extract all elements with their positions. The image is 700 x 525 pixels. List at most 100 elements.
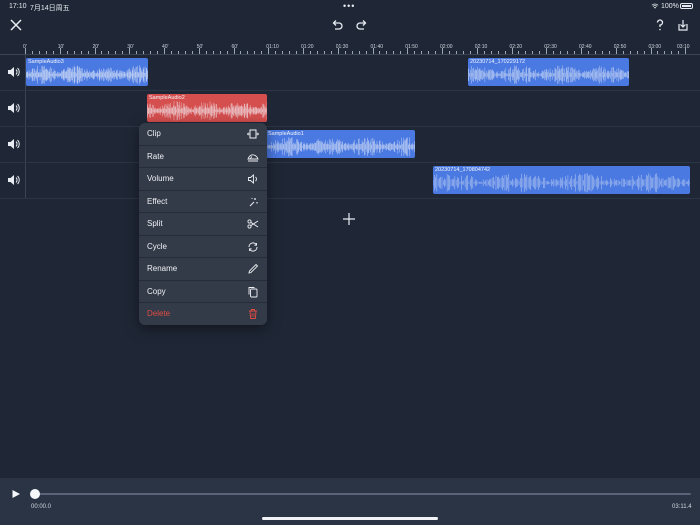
play-icon[interactable] [11,489,21,499]
menu-item-cycle[interactable]: Cycle [139,236,267,258]
menu-item-clip[interactable]: Clip [139,123,267,146]
help-button[interactable] [651,16,669,34]
menu-item-rate[interactable]: Rate [139,146,267,168]
clip-name: SampleAudio3 [28,59,64,65]
audio-editor: 17:10 7月14日周五 ••• 100% 0' 10' 20' 30' 40' 50'… [0,0,700,525]
ruler-tick [66,51,68,54]
ruler-tick [52,51,54,54]
ruler-tick [671,51,673,54]
audio-clip[interactable]: SampleAudio3 [26,58,148,86]
ruler-label: 40' [162,44,169,50]
menu-item-label: Delete [147,309,171,318]
pencil-icon [248,263,259,274]
ruler-tick [448,51,450,54]
undo-button[interactable] [328,16,346,34]
ruler-tick [532,51,534,54]
speaker-icon[interactable] [6,65,20,79]
audio-clip[interactable]: 20230714_170229172 [468,58,629,86]
speaker-icon[interactable] [6,173,20,187]
export-button[interactable] [674,16,692,34]
audio-clip-selected[interactable]: SampleAudio2 [147,94,267,122]
track-1: SampleAudio3 20230714_170229172 [0,55,700,91]
ruler-tick [594,51,596,54]
ruler-tick [553,51,555,54]
ruler-tick [379,51,381,54]
ruler-tick [247,51,249,54]
ruler-label: 03:00 [648,44,662,50]
menu-item-volume[interactable]: Volume [139,168,267,191]
ruler-tick [678,51,680,54]
menu-item-label: Cycle [147,241,168,251]
track-4: 20230714_170804742 [0,163,700,199]
ruler-tick [289,51,291,54]
track-2: SampleAudio2 [0,91,700,127]
waveform [147,101,267,121]
multitask-dots[interactable]: ••• [343,1,355,11]
ruler-tick [462,51,464,54]
ruler-label: 01:20 [301,44,314,50]
redo-icon [356,20,367,30]
audio-clip[interactable]: SampleAudio1 [266,130,415,158]
ruler-tick [483,51,485,54]
playhead-knob[interactable] [30,489,40,499]
ruler-tick [219,51,221,54]
ruler-label: 60' [231,44,239,50]
ruler-tick [177,51,179,54]
help-icon [656,19,664,31]
ruler-tick [344,51,346,54]
close-button[interactable] [7,16,25,34]
menu-item-split[interactable]: Split [139,213,267,236]
menu-item-rename[interactable]: Rename [139,258,267,281]
clip-context-menu: Clip Rate Volume Effect Split Cycle Rena… [139,123,267,325]
add-track-button[interactable] [342,212,356,226]
ruler-tick [414,51,416,54]
ruler-tick [309,51,311,54]
menu-item-delete[interactable]: Delete [139,303,267,325]
effect-icon [249,197,258,206]
progress-slider[interactable] [35,493,691,495]
ruler-label: 01:10 [266,44,279,50]
ruler-tick [435,51,437,54]
clip-icon [247,129,259,139]
ruler-tick [636,51,638,54]
ruler-tick [351,51,353,54]
ruler-tick [323,51,325,54]
ruler-tick [87,51,89,54]
ruler-tick [657,51,659,54]
ruler-tick [38,51,40,54]
ruler-label: 02:50 [613,44,627,50]
ruler-tick [143,51,145,54]
scissors-icon [247,219,259,229]
audio-clip[interactable]: 20230714_170804742 [433,166,690,194]
ruler-tick [282,51,284,54]
ruler-tick [574,51,576,54]
ruler-label: 0' [23,44,27,50]
menu-item-copy[interactable]: Copy [139,281,267,303]
ruler-label: 20' [92,44,100,50]
ruler-tick [31,51,33,54]
ruler-tick [490,51,492,54]
ruler-tick [664,51,666,54]
ruler-tick [560,51,562,54]
ruler-tick [115,51,117,54]
speaker-icon[interactable] [6,101,20,115]
ruler-tick [330,51,332,54]
menu-item-label: Volume [147,174,174,183]
ruler-tick [629,51,631,54]
rate-icon [247,153,259,161]
ruler-label: 03:10 [677,44,690,50]
waveform [468,65,629,85]
redo-button[interactable] [353,16,371,34]
timeline-ruler[interactable]: 0' 10' 20' 30' 40' 50' 60' 01:10 01:20 01:30 01:40… [0,38,700,55]
speaker-icon[interactable] [6,137,20,151]
ruler-tick [316,51,318,54]
menu-item-effect[interactable]: Effect [139,191,267,213]
clip-name: 20230714_170229172 [470,59,526,65]
ruler-tick [296,51,298,54]
ruler-tick [240,51,242,54]
trash-icon [249,309,257,319]
home-indicator[interactable] [262,517,438,520]
ruler-tick [122,51,124,54]
ruler-tick [622,51,624,54]
ruler-tick [261,51,263,54]
